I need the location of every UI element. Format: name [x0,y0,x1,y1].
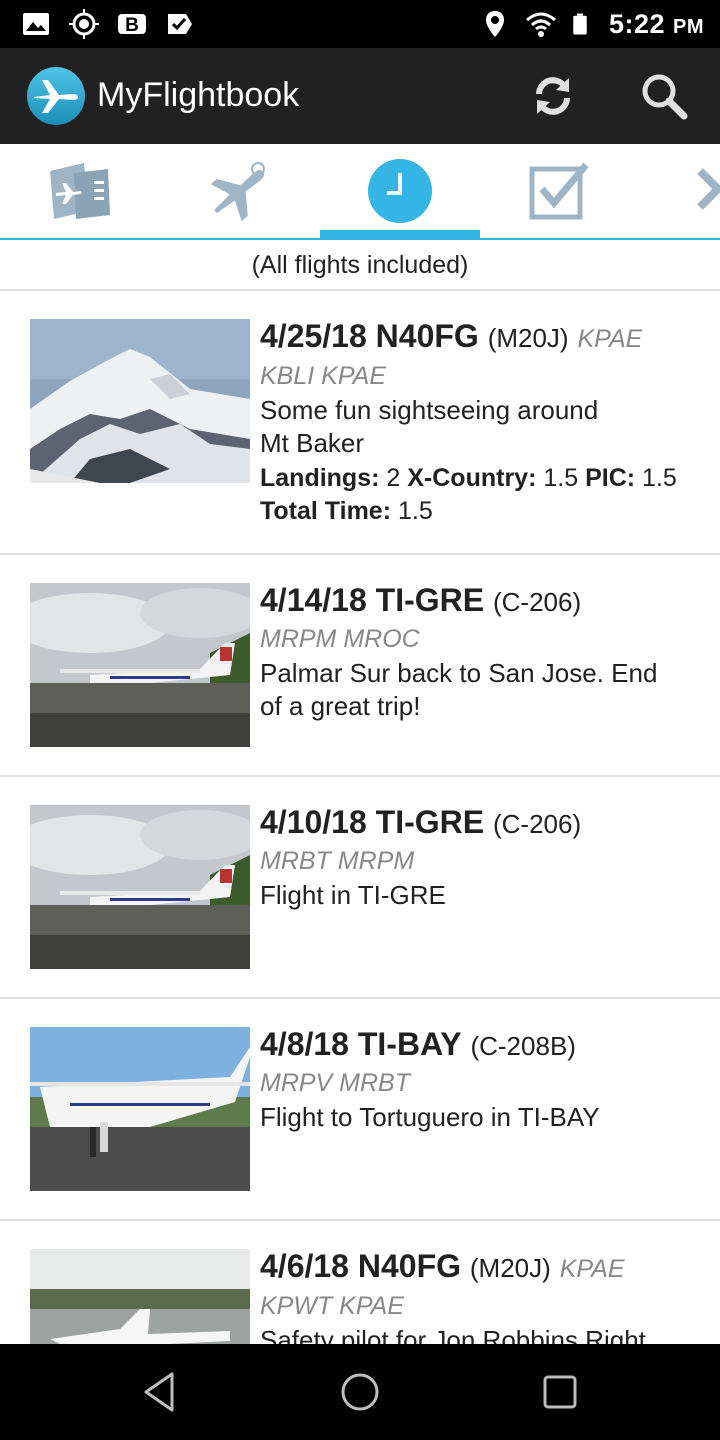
flight-date: 4/10/18 [260,804,367,840]
back-icon[interactable] [136,1368,184,1416]
flight-photo-caravan [30,1027,250,1191]
flight-date: 4/8/18 [260,1026,349,1062]
flight-stats: Landings: 2 X-Country: 1.5 PIC: 1.5 Tota… [260,464,677,525]
flight-date: 4/25/18 [260,318,367,354]
flight-photo-cessna-206 [30,583,250,747]
selected-tab-indicator [320,230,480,238]
flight-date: 4/14/18 [260,582,367,618]
flight-model: (C-208B) [470,1031,576,1061]
flight-route: KPWT KPAE [260,1292,405,1320]
flight-route: MRBT MRPM [260,847,415,875]
location-pin-icon [485,11,504,37]
flight-title: 4/8/18 TI-BAY (C-208B) [260,1025,702,1065]
flight-info: 4/8/18 TI-BAY (C-208B) MRPV MRBT Flight … [260,1025,702,1134]
flight-info: 4/25/18 N40FG (M20J) KPAE KBLI KPAE Some… [260,317,702,528]
flight-route-start: KPAE [559,1255,625,1283]
flight-row[interactable]: 4/10/18 TI-GRE (C-206) MRBT MRPM Flight … [0,777,720,999]
tab-more[interactable] [640,144,720,238]
status-bar: B 5:22 PM [0,0,720,48]
flight-info: 4/10/18 TI-GRE (C-206) MRBT MRPM Flight … [260,803,702,912]
flight-comment: Safety pilot for Jon Robbins Right [260,1325,646,1344]
location-target-icon [69,9,99,39]
b-icon: B [118,14,146,36]
flight-comment: Flight to Tortuguero in TI-BAY [260,1102,600,1132]
flight-route-start: KPAE [577,325,643,353]
flight-tail: TI-GRE [375,804,485,840]
flight-row[interactable]: 4/25/18 N40FG (M20J) KPAE KBLI KPAE Some… [0,291,720,555]
airplane-icon [210,162,265,221]
flight-info: 4/14/18 TI-GRE (C-206) MRPM MROC Palmar … [260,581,702,723]
battery-icon [573,13,587,35]
flight-route: KBLI KPAE [260,362,386,390]
flight-row[interactable]: 4/6/18 N40FG (M20J) KPAE KPWT KPAE Safet… [0,1221,720,1344]
flight-title: 4/6/18 N40FG (M20J) KPAE [260,1247,702,1288]
app-bar: MyFlightbook [0,48,720,144]
flight-comment: Flight in TI-GRE [260,880,446,910]
nav-bar [0,1344,720,1440]
flight-model: (C-206) [492,587,582,617]
flight-title: 4/25/18 N40FG (M20J) KPAE [260,317,702,358]
checkbox-icon [168,14,192,34]
flight-info: 4/6/18 N40FG (M20J) KPAE KPWT KPAE Safet… [260,1247,702,1344]
airplane-logo-icon [27,67,85,125]
recents-icon[interactable] [536,1368,584,1416]
image-icon [23,13,49,35]
flight-tail: N40FG [375,318,479,354]
tab-new-flight[interactable] [0,144,160,238]
tab-bar [0,144,720,240]
flight-photo-cessna-206 [30,805,250,969]
flight-tail: N40FG [357,1248,461,1284]
flight-title: 4/10/18 TI-GRE (C-206) [260,803,702,843]
wifi-icon [525,12,556,37]
totals-checkbox-icon [529,162,589,220]
tab-totals[interactable] [480,144,640,238]
tab-aircraft[interactable] [160,144,320,238]
flight-route: MRPM MROC [260,625,420,653]
flight-photo-mountain [30,319,250,483]
flight-row[interactable]: 4/8/18 TI-BAY (C-208B) MRPV MRBT Flight … [0,999,720,1221]
flight-row[interactable]: 4/14/18 TI-GRE (C-206) MRPM MROC Palmar … [0,555,720,777]
clock-time: 5:22 PM [608,8,704,39]
refresh-icon[interactable] [525,68,581,124]
tab-recent-flights[interactable] [320,144,480,238]
partial-icon [697,168,720,210]
flight-list[interactable]: 4/25/18 N40FG (M20J) KPAE KBLI KPAE Some… [0,291,720,1344]
home-icon[interactable] [336,1368,384,1416]
flight-route: MRPV MRBT [260,1069,410,1097]
flight-model: (M20J) [469,1253,551,1283]
flight-model: (M20J) [487,323,569,353]
filter-note: (All flights included) [251,251,469,279]
svg-text:B: B [125,15,139,36]
flight-comment: Palmar Sur back to San Jose. End of a gr… [260,658,658,721]
flight-model: (C-206) [492,809,582,839]
flight-comment: Some fun sightseeing around Mt Baker [260,395,599,458]
flight-date: 4/6/18 [260,1248,349,1284]
flight-tail: TI-GRE [375,582,485,618]
logbook-icon [50,163,110,219]
flight-title: 4/14/18 TI-GRE (C-206) [260,581,702,621]
clock-icon [368,159,432,223]
search-icon[interactable] [636,68,692,124]
app-title: MyFlightbook [97,76,300,114]
flight-tail: TI-BAY [357,1026,462,1062]
flight-photo-ramp [30,1249,250,1344]
